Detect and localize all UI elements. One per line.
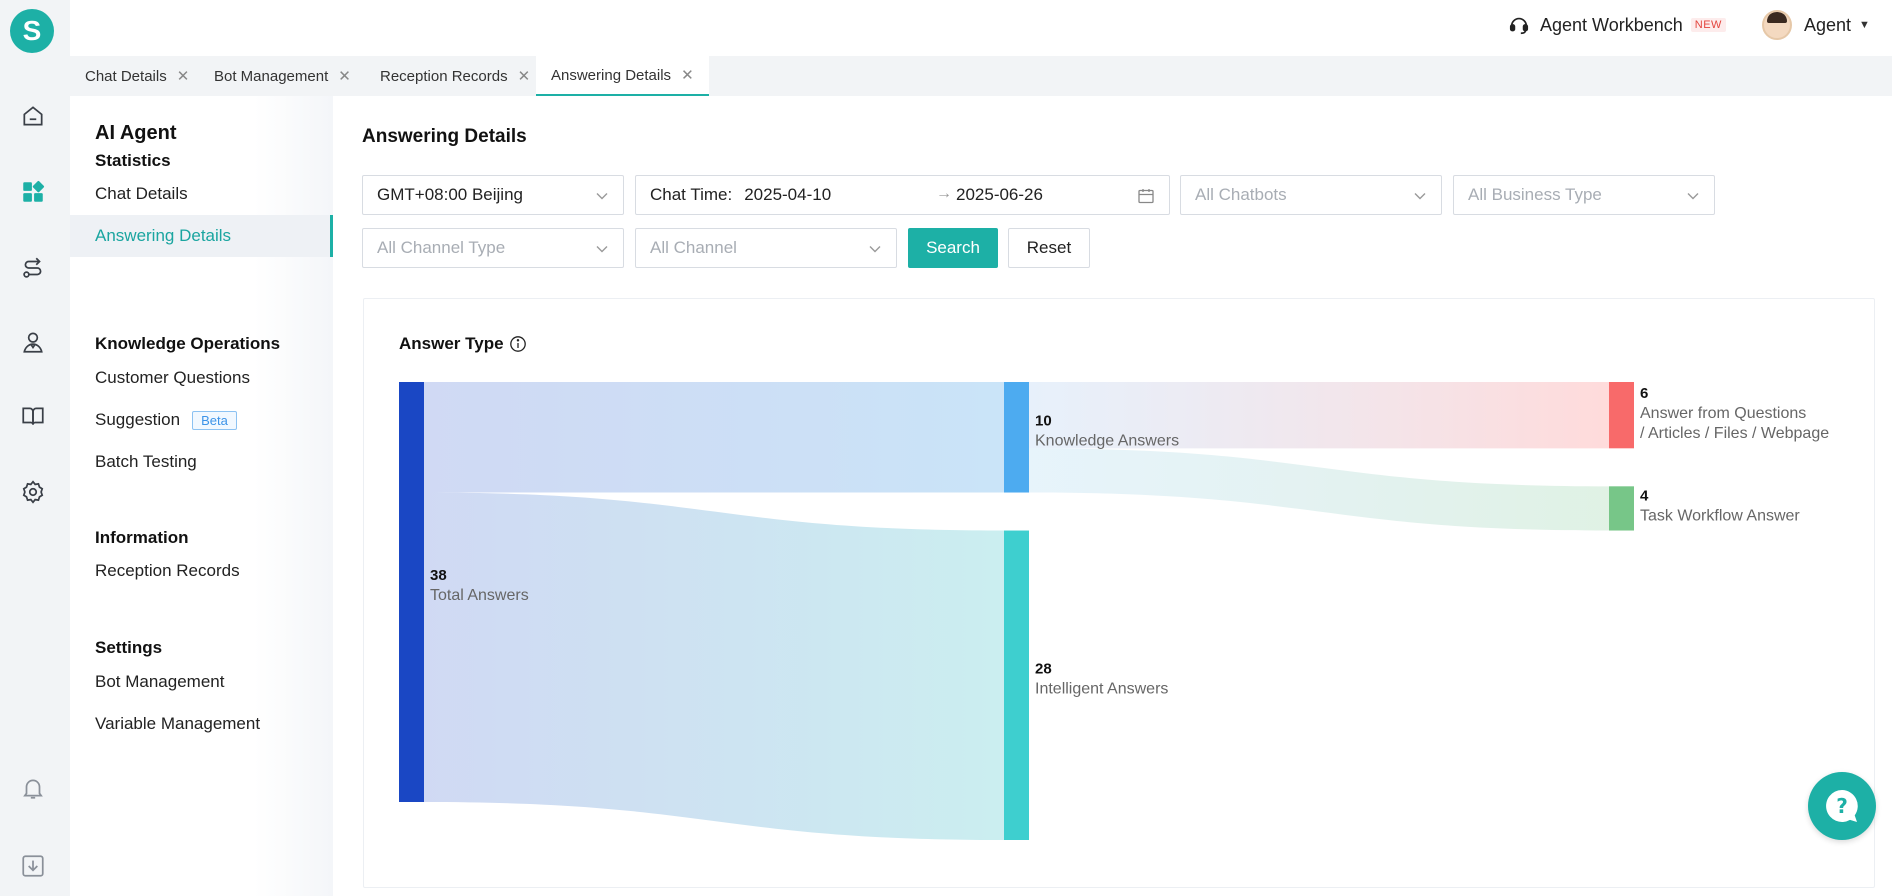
- timezone-select[interactable]: GMT+08:00 Beijing: [362, 175, 624, 215]
- sidebar-title: AI Agent: [95, 122, 177, 144]
- svg-text:?: ?: [1836, 794, 1848, 818]
- chevron-down-icon: [869, 246, 881, 253]
- icon-rail: S: [0, 0, 70, 896]
- chatbots-select[interactable]: All Chatbots: [1180, 175, 1442, 215]
- close-icon[interactable]: ✕: [338, 67, 351, 85]
- top-header: Agent Workbench NEW Agent ▼: [70, 0, 1892, 56]
- date-start[interactable]: 2025-04-10: [744, 185, 831, 205]
- sankey-label-qafw: / Articles / Files / Webpage: [1640, 425, 1829, 442]
- beta-badge: Beta: [192, 410, 237, 430]
- tab-reception-records[interactable]: Reception Records ✕: [365, 56, 545, 96]
- date-end[interactable]: 2025-06-26: [956, 185, 1043, 205]
- sankey-value-total: 38: [430, 567, 447, 584]
- sankey-node-knowledge[interactable]: [1004, 382, 1029, 493]
- dashboard-icon[interactable]: [19, 178, 47, 206]
- sidebar-group-information: Information: [95, 528, 189, 547]
- sidebar-item-suggestion[interactable]: Suggestion Beta: [70, 399, 333, 441]
- help-chat-icon: ?: [1826, 790, 1858, 822]
- book-icon[interactable]: [19, 402, 47, 430]
- tab-label: Reception Records: [380, 67, 508, 85]
- sankey-node-task[interactable]: [1609, 486, 1634, 531]
- tab-label: Chat Details: [85, 67, 167, 85]
- sidebar-item-bot-management[interactable]: Bot Management: [70, 661, 333, 703]
- timezone-value: GMT+08:00 Beijing: [377, 185, 523, 204]
- chevron-down-icon: [1414, 193, 1426, 200]
- help-button[interactable]: ?: [1808, 772, 1876, 840]
- chatbots-placeholder: All Chatbots: [1195, 185, 1287, 204]
- sankey-value-knowledge: 10: [1035, 412, 1052, 429]
- sankey-value-intelligent: 28: [1035, 660, 1052, 677]
- sidebar-item-reception-records[interactable]: Reception Records: [70, 550, 333, 592]
- close-icon[interactable]: ✕: [177, 67, 190, 85]
- channel-type-placeholder: All Channel Type: [377, 238, 506, 257]
- route-icon[interactable]: [19, 254, 47, 282]
- agent-workbench-label: Agent Workbench: [1540, 14, 1683, 35]
- new-badge: NEW: [1690, 18, 1726, 32]
- secondary-sidebar: AI Agent Statistics Chat Details Answeri…: [70, 96, 333, 896]
- search-button[interactable]: Search: [908, 228, 998, 268]
- sidebar-group-knowledge-operations: Knowledge Operations: [95, 334, 281, 353]
- sankey-label-total: Total Answers: [430, 587, 529, 604]
- agent-icon[interactable]: [19, 328, 47, 356]
- tab-label: Bot Management: [214, 67, 329, 85]
- sankey-label-intelligent: Intelligent Answers: [1035, 680, 1168, 697]
- tab-bot-management[interactable]: Bot Management ✕: [199, 56, 366, 96]
- reset-button[interactable]: Reset: [1008, 228, 1090, 268]
- sankey-value-qafw: 6: [1640, 385, 1648, 402]
- app-logo[interactable]: S: [10, 9, 54, 53]
- business-type-select[interactable]: All Business Type: [1453, 175, 1715, 215]
- chat-time-range-picker[interactable]: Chat Time: 2025-04-10 → 2025-06-26: [635, 175, 1170, 215]
- sidebar-item-batch-testing[interactable]: Batch Testing: [70, 441, 333, 483]
- user-name: Agent: [1804, 14, 1852, 35]
- sidebar-group-statistics: Statistics: [95, 151, 171, 170]
- tab-answering-details[interactable]: Answering Details ✕: [536, 56, 709, 96]
- chat-time-label: Chat Time:: [650, 185, 733, 204]
- sankey-link-total-intelligent[interactable]: [424, 492, 1004, 840]
- answer-type-sankey: 38 Total Answers 10 Knowledge Answers 28 Inte…: [399, 382, 1829, 840]
- bell-icon[interactable]: [19, 774, 47, 802]
- tab-bar: Chat Details ✕ Bot Management ✕ Reception …: [70, 56, 1892, 96]
- close-icon[interactable]: ✕: [681, 66, 694, 84]
- answer-type-card: Answer Type 38 Total Answers 10 Knowledge A…: [363, 298, 1875, 888]
- tab-label: Answering Details: [551, 66, 672, 84]
- headset-icon: [1509, 17, 1529, 35]
- sankey-link-knowledge-task[interactable]: [1029, 448, 1609, 531]
- channel-select[interactable]: All Channel: [635, 228, 897, 268]
- sidebar-item-customer-questions[interactable]: Customer Questions: [70, 357, 333, 399]
- sankey-node-intelligent[interactable]: [1004, 530, 1029, 840]
- sidebar-item-answering-details[interactable]: Answering Details: [70, 215, 333, 257]
- home-icon[interactable]: [19, 102, 47, 130]
- chevron-down-icon: [596, 193, 608, 200]
- download-icon[interactable]: [19, 852, 47, 880]
- tab-chat-details[interactable]: Chat Details ✕: [70, 56, 204, 96]
- calendar-icon: [1138, 189, 1154, 204]
- page-title: Answering Details: [362, 126, 527, 147]
- chevron-down-icon: ▼: [1859, 19, 1870, 31]
- business-type-placeholder: All Business Type: [1468, 185, 1602, 204]
- sankey-node-total[interactable]: [399, 382, 424, 802]
- sankey-label-task: Task Workflow Answer: [1640, 507, 1800, 524]
- sankey-label-qafw: Answer from Questions: [1640, 405, 1806, 422]
- user-menu[interactable]: Agent ▼: [1762, 10, 1870, 40]
- chevron-down-icon: [1687, 193, 1699, 200]
- sankey-value-task: 4: [1640, 487, 1649, 504]
- avatar: [1762, 10, 1792, 40]
- sidebar-item-chat-details[interactable]: Chat Details: [70, 173, 333, 215]
- channel-placeholder: All Channel: [650, 238, 737, 257]
- arrow-right-icon: →: [936, 185, 952, 202]
- sidebar-group-settings: Settings: [95, 638, 163, 657]
- chevron-down-icon: [596, 246, 608, 253]
- settings-icon[interactable]: [19, 478, 47, 506]
- sidebar-item-variable-management[interactable]: Variable Management: [70, 703, 333, 745]
- sankey-label-knowledge: Knowledge Answers: [1035, 432, 1179, 449]
- agent-workbench-link[interactable]: Agent Workbench NEW: [1508, 14, 1726, 36]
- channel-type-select[interactable]: All Channel Type: [362, 228, 624, 268]
- sankey-node-qafw[interactable]: [1609, 382, 1634, 449]
- sankey-link-total-knowledge[interactable]: [424, 382, 1004, 493]
- close-icon[interactable]: ✕: [518, 67, 531, 85]
